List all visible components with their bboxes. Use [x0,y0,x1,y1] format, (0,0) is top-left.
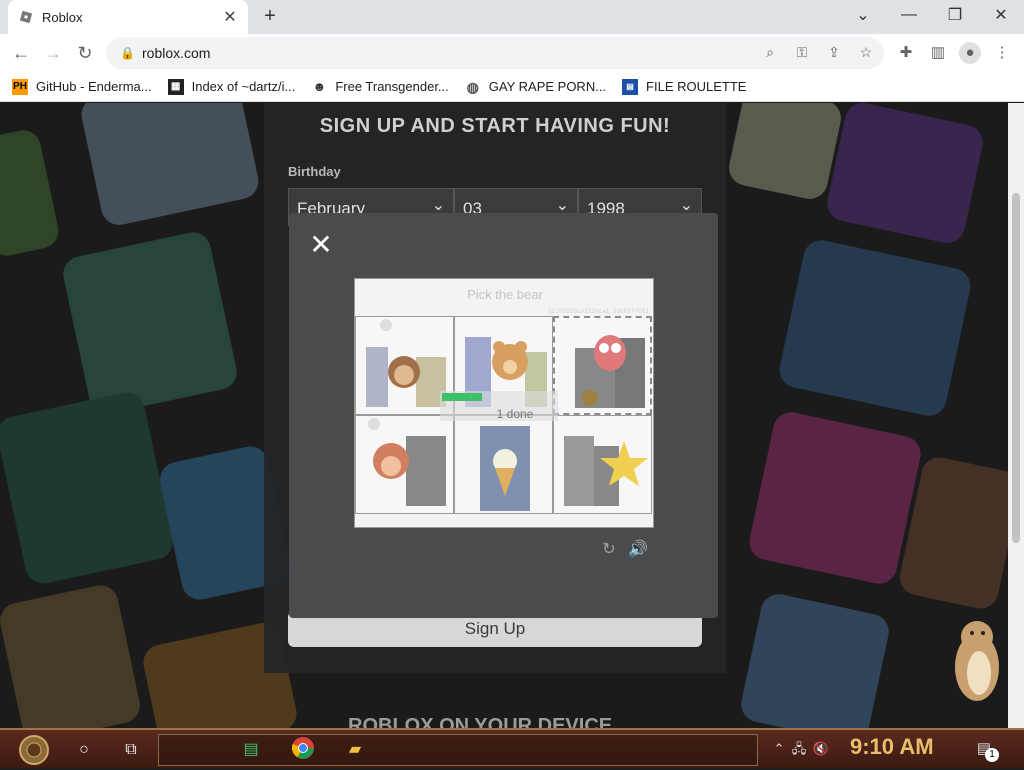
monkey-city-icon [368,418,446,506]
bookmark-label: Free Transgender... [335,79,449,94]
mft-icon: ▤ [622,78,639,95]
taskbar: ○ ⧉ ▤ ▰ ⌃ 🖧 🔇 9:10 AM ▤ 1 [0,728,1024,768]
cortana-icon[interactable]: ○ [70,736,98,764]
chrome-icon[interactable] [289,736,317,764]
reload-button[interactable]: ↻ [72,40,98,66]
chrome-logo-icon [291,737,314,759]
ph-icon: PH [12,78,28,95]
forward-button[interactable]: → [40,40,66,66]
notification-count-badge: 1 [985,748,999,762]
icecream-city-icon [480,426,530,511]
taskbar-clock[interactable]: 9:10 AM [850,734,934,760]
birthday-label: Birthday [288,164,341,179]
chevron-down-icon: ⌄ [431,197,445,214]
star-city-icon [564,436,648,506]
network-icon[interactable]: 🖧 [790,740,808,758]
progress-text: 1 done [496,407,534,421]
side-panel-icon[interactable]: ▥ [927,42,949,64]
task-view-icon[interactable]: ⧉ [117,736,145,764]
audio-icon[interactable]: 🔊 [628,541,648,559]
chevron-down-icon: ⌄ [555,197,569,214]
roblox-favicon-icon [19,10,33,24]
hamster-icon [955,621,999,701]
bookmark-item[interactable]: ☻ Free Transgender... [311,79,448,95]
captcha-code: 51107590c01516ca1_3860877001 [548,308,649,315]
dartz-icon: ▦ [167,78,184,95]
bookmark-item[interactable]: ▦ Index of ~dartz/i... [167,78,296,95]
close-icon[interactable]: ✕ [309,231,333,259]
browser-toolbar: ← → ↻ 🔒 roblox.com ⌕ ⚿ ⇪ ☆ ✚ ▥ ● ⋮ [0,34,1024,72]
notes-app-icon[interactable]: ▤ [237,736,265,764]
volume-muted-icon[interactable]: 🔇 [812,740,830,758]
tray-show-hidden-icon[interactable]: ⌃ [770,740,788,758]
bookmark-label: FILE ROULETTE [646,79,747,94]
captcha-cell-star[interactable] [553,415,652,514]
bookmark-star-icon[interactable]: ☆ [856,42,876,62]
back-button[interactable]: ← [8,40,34,66]
signup-title: SIGN UP AND START HAVING FUN! [319,115,671,137]
minimize-button[interactable]: — [886,0,932,30]
share-icon[interactable]: ⇪ [824,42,844,62]
start-button-icon[interactable] [10,734,58,766]
vertical-scrollbar[interactable] [1008,103,1024,728]
tab-close-icon[interactable]: ✕ [222,7,238,27]
bookmarks-bar: PH GitHub - Enderma... ▦ Index of ~dartz… [0,72,1024,102]
search-icon[interactable]: ⌕ [760,42,780,62]
new-tab-button[interactable]: + [258,5,282,29]
captcha-cell-monkey[interactable] [355,415,454,514]
roblox-page: SIGN UP AND START HAVING FUN! Birthday F… [0,103,1008,728]
url-text: roblox.com [142,45,211,61]
captcha-progress: 1 done [440,391,558,421]
captcha-prompt: Pick the bear [467,287,543,302]
device-heading: ROBLOX ON YOUR DEVICE [348,715,613,728]
close-window-button[interactable]: ✕ [978,0,1024,30]
tab-search-icon[interactable]: ⌄ [840,0,886,30]
chevron-down-icon: ⌄ [679,197,693,214]
captcha-cell-owl[interactable] [553,316,652,415]
key-icon[interactable]: ⚿ [792,42,812,62]
bookmark-label: Index of ~dartz/i... [191,79,296,94]
taskbar-apps: ▤ ▰ [158,734,758,766]
bookmark-label: GitHub - Enderma... [36,79,152,94]
globe-icon: ◍ [466,78,479,95]
progress-bar-fill [442,393,482,401]
captcha-modal: ✕ Pick the bear 51107590c01516ca1_386087… [289,213,718,618]
restore-button[interactable]: ❐ [932,0,978,30]
tab-title: Roblox [42,9,83,25]
profile-avatar-icon[interactable]: ● [959,42,981,64]
extensions-icon[interactable]: ✚ [895,42,917,64]
file-explorer-icon[interactable]: ▰ [341,736,369,764]
menu-kebab-icon[interactable]: ⋮ [991,42,1013,64]
captcha-panel: Pick the bear 51107590c01516ca1_38608770… [354,278,654,528]
bookmark-item[interactable]: ◍ GAY RAPE PORN... [465,79,606,95]
scrollbar-thumb[interactable] [1012,193,1020,543]
bookmark-label: GAY RAPE PORN... [488,79,607,94]
lock-icon: 🔒 [120,46,135,60]
tab-roblox[interactable]: Roblox ✕ [8,0,248,34]
refresh-icon[interactable]: ↻ [600,541,618,559]
captcha-cell-icecream[interactable] [454,415,553,514]
tab-strip: Roblox ✕ + ⌄ — ❐ ✕ [0,0,1024,34]
mask-icon: ☻ [312,78,327,94]
bookmark-item[interactable]: ▤ FILE ROULETTE [622,78,747,95]
owl-city-icon [575,335,645,408]
bookmark-item[interactable]: PH GitHub - Enderma... [12,78,152,95]
